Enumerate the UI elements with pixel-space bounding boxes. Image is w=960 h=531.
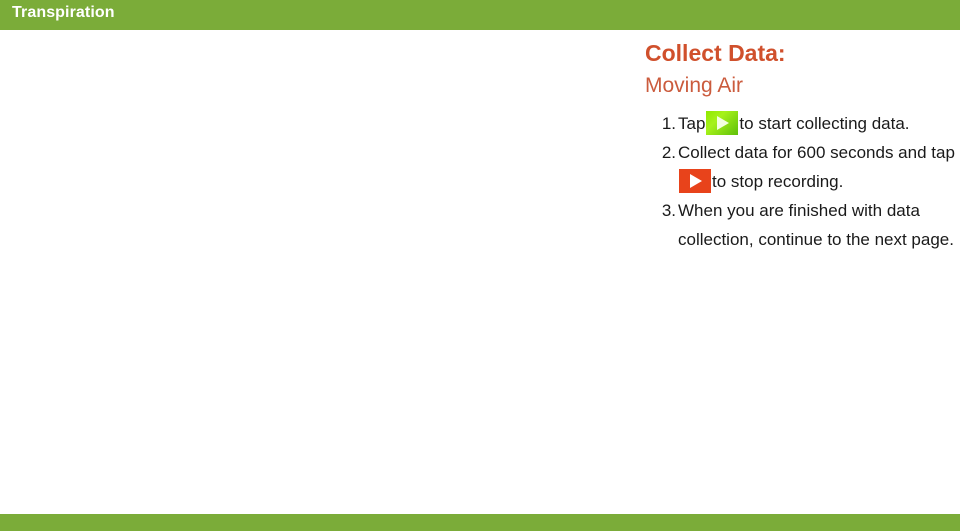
step-text-before-icon: Tap <box>678 114 706 133</box>
play-icon-red[interactable] <box>679 169 711 193</box>
step-text-before-icon: Collect data for 600 seconds and tap <box>678 143 955 162</box>
play-triangle-icon <box>690 174 702 188</box>
content-placeholder-area <box>10 70 630 490</box>
instruction-panel: Collect Data: Moving Air 1. Tap to start … <box>640 38 960 254</box>
list-item: 3. When you are finished with data colle… <box>640 196 960 254</box>
list-item: 2. Collect data for 600 seconds and tap t… <box>640 138 960 196</box>
footer-bar <box>0 514 960 531</box>
slide-body: Collect Data: Moving Air 1. Tap to start … <box>0 30 960 514</box>
section-subtitle: Moving Air <box>645 74 744 97</box>
play-icon-green[interactable] <box>706 111 739 135</box>
header-bar: Transpiration <box>0 0 960 30</box>
list-item: 1. Tap to start collecting data. <box>640 109 960 138</box>
page-title: Transpiration <box>12 4 115 21</box>
step-text-before-icon: When you are finished with data collecti… <box>678 201 954 249</box>
step-number: 3. <box>661 201 676 220</box>
step-text-after-icon: to stop recording. <box>712 172 844 191</box>
instruction-steps-list: 1. Tap to start collecting data. 2. Colle… <box>640 109 960 254</box>
play-triangle-icon <box>717 116 730 130</box>
step-number: 2. <box>661 143 676 162</box>
section-title: Collect Data: <box>645 40 786 66</box>
step-text-after-icon: to start collecting data. <box>739 114 910 133</box>
step-number: 1. <box>661 114 676 133</box>
